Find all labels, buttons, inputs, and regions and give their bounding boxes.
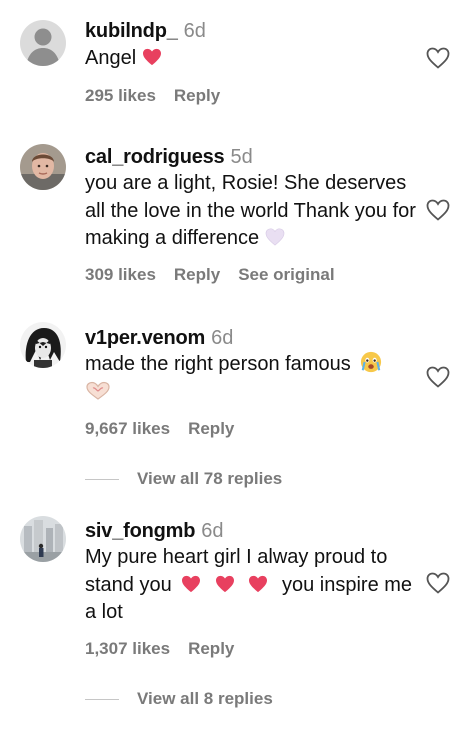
heart-hands-emoji-icon bbox=[86, 381, 110, 400]
avatar[interactable] bbox=[20, 516, 66, 562]
reply-button[interactable]: Reply bbox=[188, 419, 234, 438]
red-heart-emoji-icon bbox=[142, 48, 161, 66]
comment-text: My pure heart girl I alway proud to stan… bbox=[85, 544, 420, 627]
timestamp: 6d bbox=[201, 520, 224, 542]
see-original-button[interactable]: See original bbox=[238, 265, 334, 284]
red-heart-emoji-icon bbox=[215, 575, 234, 592]
view-replies-label: View all 8 replies bbox=[137, 689, 273, 708]
username[interactable]: siv_fongmb bbox=[85, 520, 195, 542]
like-heart-icon[interactable] bbox=[426, 366, 450, 390]
default-avatar-icon bbox=[20, 20, 66, 66]
reply-button[interactable]: Reply bbox=[174, 265, 220, 284]
user-photo bbox=[20, 144, 66, 190]
comment-meta: 295 likes Reply bbox=[85, 86, 238, 106]
crying-face-emoji-icon bbox=[361, 351, 382, 373]
like-heart-icon[interactable] bbox=[426, 47, 450, 71]
timestamp: 6d bbox=[211, 327, 234, 349]
comment-text-content: you are a light, Rosie! She deserves all… bbox=[85, 172, 416, 249]
comment-meta: 9,667 likes Reply bbox=[85, 419, 252, 439]
anime-avatar bbox=[20, 322, 66, 368]
view-replies-label: View all 78 replies bbox=[137, 469, 283, 488]
red-heart-emoji-icon bbox=[182, 575, 201, 592]
city-photo bbox=[20, 516, 66, 562]
avatar[interactable] bbox=[20, 322, 66, 368]
comment-header: v1per.venom 6d bbox=[85, 326, 233, 350]
likes-count[interactable]: 309 likes bbox=[85, 265, 156, 284]
comment-header: cal_rodriguess 5d bbox=[85, 145, 253, 169]
red-heart-emoji-icon bbox=[249, 575, 268, 592]
reply-button[interactable]: Reply bbox=[188, 639, 234, 658]
timestamp: 6d bbox=[183, 20, 206, 42]
comment-text: you are a light, Rosie! She deserves all… bbox=[85, 170, 420, 253]
like-heart-icon[interactable] bbox=[426, 199, 450, 223]
avatar[interactable] bbox=[20, 20, 66, 66]
divider bbox=[85, 479, 119, 481]
comment-text-content: Angel bbox=[85, 47, 137, 69]
timestamp: 5d bbox=[230, 146, 253, 168]
reply-button[interactable]: Reply bbox=[174, 86, 220, 105]
likes-count[interactable]: 1,307 likes bbox=[85, 639, 170, 658]
username[interactable]: cal_rodriguess bbox=[85, 146, 225, 168]
likes-count[interactable]: 295 likes bbox=[85, 86, 156, 105]
comment-text: made the right person famous bbox=[85, 351, 420, 406]
username[interactable]: v1per.venom bbox=[85, 327, 205, 349]
comment-text: Angel bbox=[85, 45, 420, 73]
comment-meta: 1,307 likes Reply bbox=[85, 639, 252, 659]
likes-count[interactable]: 9,667 likes bbox=[85, 419, 170, 438]
white-heart-emoji-icon bbox=[265, 228, 285, 246]
view-replies-button[interactable]: View all 78 replies bbox=[85, 469, 282, 489]
comment-meta: 309 likes Reply See original bbox=[85, 265, 353, 285]
comment-text-content: made the right person famous bbox=[85, 353, 351, 375]
view-replies-button[interactable]: View all 8 replies bbox=[85, 689, 273, 709]
like-heart-icon[interactable] bbox=[426, 572, 450, 596]
divider bbox=[85, 699, 119, 701]
comment-header: siv_fongmb 6d bbox=[85, 519, 224, 543]
comment-header: kubilndp_ 6d bbox=[85, 19, 206, 43]
avatar[interactable] bbox=[20, 144, 66, 190]
username[interactable]: kubilndp_ bbox=[85, 20, 178, 42]
